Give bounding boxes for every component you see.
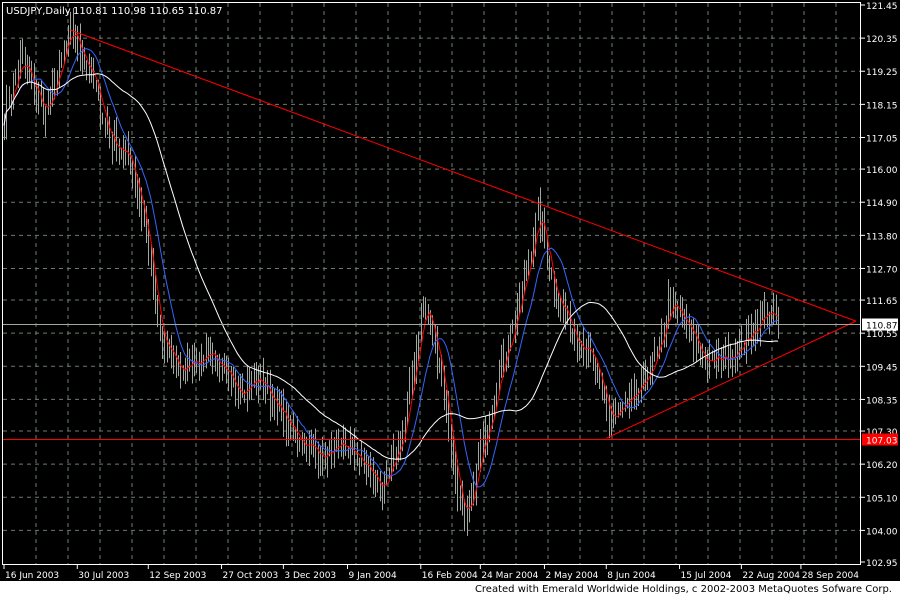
price-tick-label: 116.00 — [866, 166, 898, 176]
time-tick-label: 22 Aug 2004 — [742, 571, 800, 581]
chart-symbol: USDJPY,Daily — [6, 6, 71, 17]
time-tick-label: 27 Oct 2003 — [223, 571, 279, 581]
price-tick-label: 104.00 — [866, 527, 898, 537]
price-tick-label: 111.65 — [866, 297, 898, 307]
chart-ohlc: 110.81 110.98 110.65 110.87 — [73, 6, 223, 17]
price-tick-label: 121.45 — [866, 2, 898, 12]
price-tick-label: 114.90 — [866, 199, 898, 209]
price-tick-label: 113.80 — [866, 232, 898, 242]
footer-credit: Created with Emerald Worldwide Holdings,… — [474, 584, 892, 595]
time-tick-label: 16 Jun 2003 — [5, 571, 59, 581]
time-tick-label: 12 Sep 2003 — [149, 571, 206, 581]
time-tick-label: 3 Dec 2003 — [284, 571, 336, 581]
time-tick-label: 2 May 2004 — [545, 571, 598, 581]
price-tick-label: 112.70 — [866, 265, 898, 275]
price-tick-label: 118.15 — [866, 101, 898, 111]
price-tick-label: 119.25 — [866, 68, 898, 78]
price-tick-label: 120.35 — [866, 35, 898, 45]
price-tick-label: 105.10 — [866, 494, 898, 504]
price-tick-label: 109.45 — [866, 363, 898, 373]
time-tick-label: 15 Jul 2004 — [681, 571, 732, 581]
price-chart[interactable]: 121.45 120.35 119.25 118.15 117.05 116.00 114.… — [0, 0, 900, 581]
time-tick-label: 30 Jul 2003 — [78, 571, 129, 581]
time-tick-label: 8 Jun 2004 — [607, 571, 656, 581]
time-tick-label: 16 Feb 2004 — [422, 571, 478, 581]
price-tick-label: 106.20 — [866, 461, 898, 471]
price-tick-label: 102.95 — [866, 559, 898, 569]
price-label-support: 107.03 — [866, 437, 898, 447]
price-tick-label: 117.05 — [866, 134, 898, 144]
price-label-last-price: 110.87 — [866, 322, 898, 332]
time-tick-label: 24 Mar 2004 — [481, 571, 538, 581]
price-tick-label: 108.35 — [866, 396, 898, 406]
time-tick-label: 28 Sep 2004 — [802, 571, 859, 581]
time-tick-label: 9 Jan 2004 — [349, 571, 397, 581]
footer: Created with Emerald Worldwide Holdings,… — [0, 581, 900, 599]
price-tick-label: 110.55 — [866, 330, 898, 340]
plot-background — [0, 0, 900, 581]
